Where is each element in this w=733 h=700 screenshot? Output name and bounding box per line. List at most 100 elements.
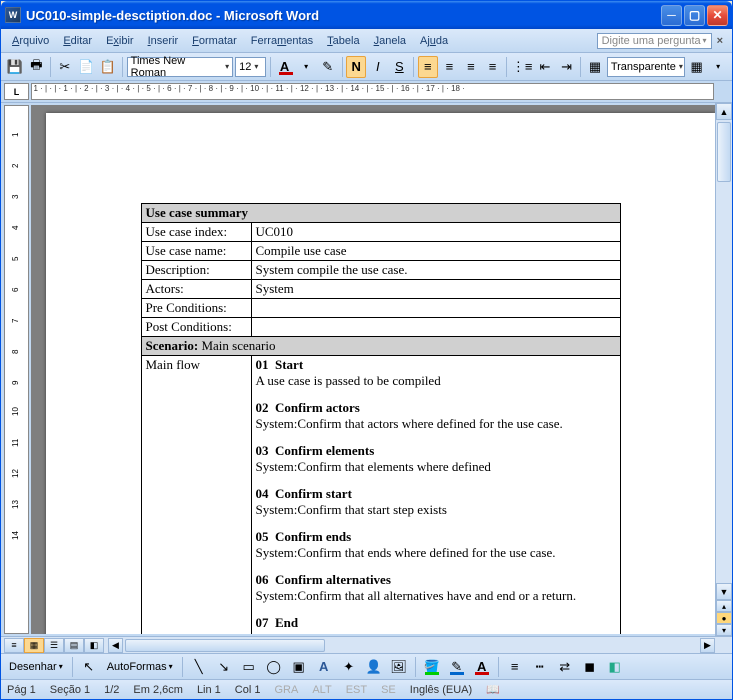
- table-row-value[interactable]: System: [251, 280, 620, 299]
- browse-object-button[interactable]: ●: [716, 612, 732, 624]
- align-right-icon[interactable]: ≡: [461, 56, 481, 78]
- table-row-value[interactable]: UC010: [251, 223, 620, 242]
- font-size-dropdown[interactable]: 12▾: [235, 57, 266, 77]
- status-book-icon[interactable]: 📖: [486, 683, 500, 696]
- mainflow-content[interactable]: 01 StartA use case is passed to be compi…: [251, 356, 620, 635]
- maximize-button[interactable]: ▢: [684, 5, 705, 26]
- menu-inserir[interactable]: Inserir: [141, 32, 186, 50]
- draw-menu[interactable]: Desenhar ▾: [5, 659, 67, 675]
- font-color-icon[interactable]: A: [275, 56, 295, 78]
- toolbar-overflow[interactable]: ▾: [708, 56, 728, 78]
- mainflow-label: Main flow: [141, 356, 251, 635]
- drawing-toolbar: Desenhar ▾ ↖ AutoFormas ▾ ╲ ↘ ▭ ◯ ▣ A ✦ …: [1, 653, 732, 679]
- scroll-down-button[interactable]: ▼: [716, 583, 732, 600]
- prev-page-button[interactable]: ▴: [716, 600, 732, 612]
- scroll-right-button[interactable]: ▶: [700, 638, 715, 653]
- page[interactable]: Use case summary Use case index:UC010Use…: [46, 113, 716, 634]
- ruler-corner[interactable]: L: [4, 83, 29, 100]
- grid-icon[interactable]: ▦: [687, 56, 707, 78]
- table-row-label: Description:: [141, 261, 251, 280]
- 3d-icon[interactable]: ◧: [604, 656, 626, 678]
- status-est: EST: [346, 684, 367, 696]
- doc-close-button[interactable]: ×: [712, 35, 728, 47]
- menu-ferramentas[interactable]: Ferramentas: [244, 32, 320, 50]
- align-center-icon[interactable]: ≡: [440, 56, 460, 78]
- copy-icon[interactable]: 📄: [77, 56, 97, 78]
- status-gra: GRA: [274, 684, 298, 696]
- table-row-value[interactable]: [251, 299, 620, 318]
- ruler-horizontal[interactable]: 3 · | · 2 · | · 1 · | · | · 1 · | · 2 · …: [31, 83, 714, 100]
- next-page-button[interactable]: ▾: [716, 624, 732, 636]
- align-justify-icon[interactable]: ≡: [483, 56, 503, 78]
- arrow-icon[interactable]: ↘: [213, 656, 235, 678]
- bullets-icon[interactable]: ⋮≡: [511, 56, 533, 78]
- document-area[interactable]: Use case summary Use case index:UC010Use…: [31, 105, 730, 634]
- outdent-icon[interactable]: ⇤: [535, 56, 555, 78]
- shadow-icon[interactable]: ◼: [579, 656, 601, 678]
- use-case-table[interactable]: Use case summary Use case index:UC010Use…: [141, 203, 621, 634]
- autoshapes-menu[interactable]: AutoFormas ▾: [103, 659, 177, 675]
- cut-icon[interactable]: ✂: [55, 56, 75, 78]
- menu-exibir[interactable]: Exibir: [99, 32, 141, 50]
- font-name-dropdown[interactable]: Times New Roman▾: [127, 57, 233, 77]
- view-outline[interactable]: ☰: [44, 638, 64, 653]
- clipart-icon[interactable]: 👤: [363, 656, 385, 678]
- menu-janela[interactable]: Janela: [367, 32, 413, 50]
- table-row-value[interactable]: Compile use case: [251, 242, 620, 261]
- picture-icon[interactable]: 🖼: [388, 656, 410, 678]
- table-row-value[interactable]: System compile the use case.: [251, 261, 620, 280]
- dash-style-icon[interactable]: ┅: [529, 656, 551, 678]
- underline-button[interactable]: S: [390, 56, 410, 78]
- menu-formatar[interactable]: Formatar: [185, 32, 244, 50]
- select-icon[interactable]: ↖: [78, 656, 100, 678]
- textbox-icon[interactable]: ▣: [288, 656, 310, 678]
- flow-step: 01 StartA use case is passed to be compi…: [256, 357, 616, 389]
- fill-color-icon[interactable]: 🪣: [421, 656, 443, 678]
- horizontal-scrollbar[interactable]: ◀ ▶: [108, 638, 715, 653]
- ruler-vertical[interactable]: 1234567891011121314: [4, 105, 29, 634]
- menu-editar[interactable]: Editar: [56, 32, 99, 50]
- align-left-icon[interactable]: ≡: [418, 56, 438, 78]
- arrow-style-icon[interactable]: ⇄: [554, 656, 576, 678]
- table-row-label: Use case index:: [141, 223, 251, 242]
- line-color-icon[interactable]: ✎: [446, 656, 468, 678]
- save-icon[interactable]: 💾: [5, 56, 25, 78]
- view-web[interactable]: ▤: [64, 638, 84, 653]
- print-icon[interactable]: 🖶: [27, 56, 47, 78]
- italic-button[interactable]: I: [368, 56, 388, 78]
- vertical-scrollbar[interactable]: ▲ ▼ ▴ ● ▾: [715, 103, 732, 636]
- view-print-layout[interactable]: ▦: [24, 638, 44, 653]
- view-reading[interactable]: ◧: [84, 638, 104, 653]
- hscroll-thumb[interactable]: [125, 639, 325, 652]
- toolbar: 💾 🖶 ✂ 📄 📋 Times New Roman▾ 12▾ A ▾ ✎ N I…: [1, 53, 732, 81]
- help-search-input[interactable]: Digite uma pergunta▾: [597, 33, 712, 49]
- scroll-up-button[interactable]: ▲: [716, 103, 732, 120]
- menu-ajuda[interactable]: Ajuda: [413, 32, 455, 50]
- indent-icon[interactable]: ⇥: [557, 56, 577, 78]
- flow-step: 04 Confirm startSystem:Confirm that star…: [256, 486, 616, 518]
- transparent-dropdown[interactable]: Transparente▾: [607, 57, 685, 77]
- scroll-left-button[interactable]: ◀: [108, 638, 123, 653]
- scroll-thumb[interactable]: [717, 122, 731, 182]
- rectangle-icon[interactable]: ▭: [238, 656, 260, 678]
- table-row-value[interactable]: [251, 318, 620, 337]
- view-normal[interactable]: ≡: [4, 638, 24, 653]
- scroll-track[interactable]: [716, 120, 732, 583]
- menu-arquivo[interactable]: Arquivo: [5, 32, 56, 50]
- font-color-arrow[interactable]: ▾: [296, 56, 316, 78]
- font-color-draw-icon[interactable]: A: [471, 656, 493, 678]
- oval-icon[interactable]: ◯: [263, 656, 285, 678]
- paste-icon[interactable]: 📋: [98, 56, 118, 78]
- highlight-icon[interactable]: ✎: [318, 56, 338, 78]
- close-button[interactable]: ✕: [707, 5, 728, 26]
- diagram-icon[interactable]: ✦: [338, 656, 360, 678]
- minimize-button[interactable]: ─: [661, 5, 682, 26]
- menu-tabela[interactable]: Tabela: [320, 32, 366, 50]
- border-icon[interactable]: ▦: [585, 56, 605, 78]
- line-style-icon[interactable]: ≡: [504, 656, 526, 678]
- bold-button[interactable]: N: [346, 56, 366, 78]
- wordart-icon[interactable]: A: [313, 656, 335, 678]
- table-row-label: Post Conditions:: [141, 318, 251, 337]
- line-icon[interactable]: ╲: [188, 656, 210, 678]
- window-title: UC010-simple-desctiption.doc - Microsoft…: [26, 8, 661, 23]
